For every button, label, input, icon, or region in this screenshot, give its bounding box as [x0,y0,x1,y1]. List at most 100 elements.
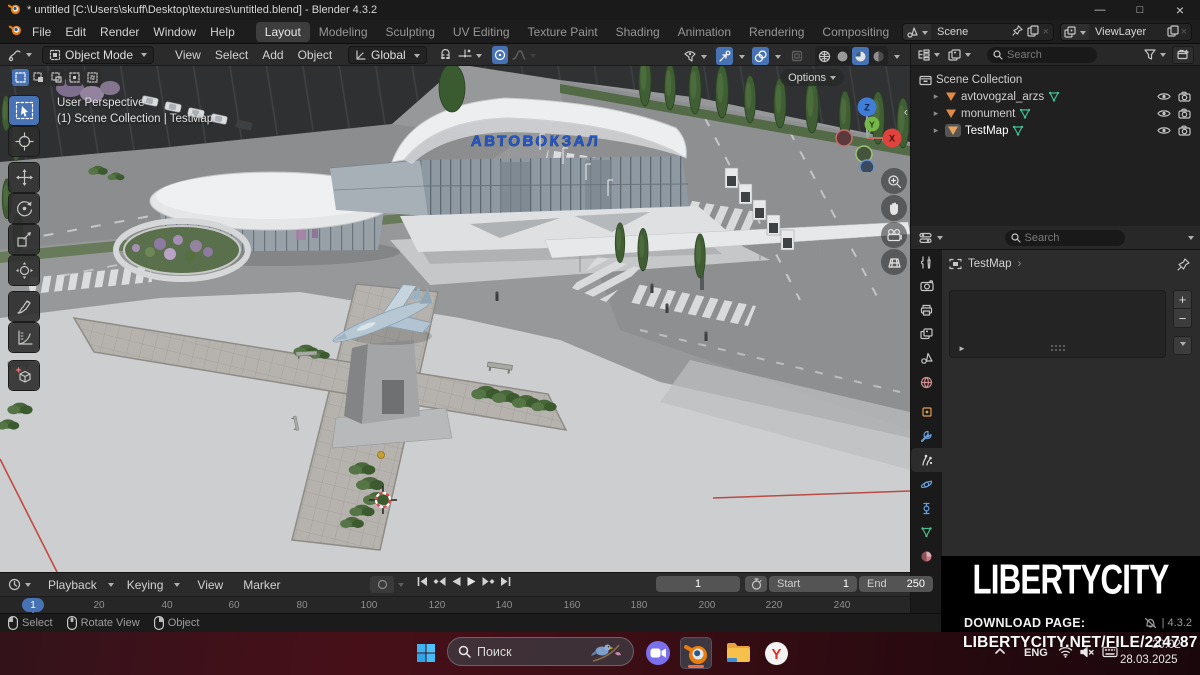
tool-scale[interactable] [9,225,39,254]
shading-wireframe-icon[interactable] [816,47,833,65]
outliner-row-avtovogzal[interactable]: ▸ avtovogzal_arzs [931,88,1200,105]
unlink-scene-icon[interactable]: × [1043,26,1049,38]
menu-view[interactable]: View [168,46,208,64]
workspace-tab-animation[interactable]: Animation [669,22,740,42]
tool-transform[interactable] [9,256,39,285]
object-type-visibility-icon[interactable] [681,47,709,65]
minimize-button[interactable]: — [1080,0,1120,20]
menu-playback[interactable]: Playback [41,576,104,594]
select-mode-invert-icon[interactable] [66,69,83,86]
jump-to-end-icon[interactable] [499,576,512,587]
workspace-tab-shading[interactable]: Shading [607,22,669,42]
filter-icon[interactable] [1142,46,1168,64]
resize-grip-icon[interactable] [1050,344,1066,352]
select-mode-intersect-icon[interactable] [84,69,101,86]
expand-icon[interactable]: ▸ [931,125,941,136]
disable-render-camera-icon[interactable] [1178,125,1191,136]
snap-magnet-icon[interactable] [437,46,454,64]
outliner-search-input[interactable] [1007,49,1091,61]
file-explorer-icon[interactable] [722,637,754,669]
snap-target-icon[interactable] [456,46,484,64]
ortho-perspective-icon[interactable] [881,249,907,275]
specials-menu-button[interactable] [1173,336,1192,355]
close-button[interactable]: × [1160,0,1200,20]
prev-keyframe-icon[interactable] [433,576,447,587]
menu-object[interactable]: Object [291,46,340,64]
tab-constraints-icon[interactable] [911,496,942,520]
select-mode-extend-icon[interactable] [30,69,47,86]
remove-particle-button[interactable]: − [1173,309,1192,328]
tool-add-cube[interactable] [9,361,39,390]
tool-cursor[interactable] [9,127,39,156]
menu-render[interactable]: Render [93,23,146,41]
taskbar-search[interactable] [447,637,634,666]
pin-icon[interactable] [1012,25,1023,39]
shading-rendered-icon[interactable] [870,47,887,65]
expand-icon[interactable]: ▸ [931,108,941,119]
menu-keying[interactable]: Keying [120,576,171,594]
tab-object-icon[interactable] [911,400,942,424]
menu-window[interactable]: Window [146,23,203,41]
disable-render-camera-icon[interactable] [1178,91,1191,102]
start-frame-field[interactable]: Start 1 [769,576,857,592]
hide-eye-icon[interactable] [1157,108,1171,119]
outliner-search[interactable] [987,47,1097,63]
gizmo-axis-z-neg[interactable] [860,160,874,172]
workspace-tab-layout[interactable]: Layout [256,22,310,42]
use-preview-range-icon[interactable] [745,576,767,592]
expand-icon[interactable]: ▸ [931,91,941,102]
tab-view-layer-icon[interactable] [911,322,942,346]
menu-marker[interactable]: Marker [236,576,287,594]
scene-selector[interactable]: Scene × [902,23,1054,41]
sidebar-toggle-arrow[interactable]: ‹ [904,104,908,119]
menu-add[interactable]: Add [255,46,290,64]
play-reverse-icon[interactable] [451,576,462,587]
timeline-ruler[interactable]: 20 40 60 80 100 120 140 160 180 200 220 … [0,596,910,614]
tab-render-icon[interactable] [911,274,942,298]
properties-search[interactable] [1005,230,1125,246]
workspace-tab-compositing[interactable]: Compositing [813,22,898,42]
workspace-tab-uv-editing[interactable]: UV Editing [444,22,519,42]
start-button[interactable] [410,637,442,669]
transform-orientation[interactable]: Global [348,46,427,64]
yandex-browser-icon[interactable]: Y [760,637,792,669]
video-chat-app-icon[interactable] [642,637,674,669]
proportional-editing-icon[interactable] [492,46,508,64]
proportional-falloff-icon[interactable] [510,46,538,64]
select-mode-set-icon[interactable] [12,69,29,86]
editor-type-outliner-icon[interactable] [915,46,942,64]
end-frame-field[interactable]: End 250 [859,576,933,592]
tab-material-icon[interactable] [911,544,942,568]
workspace-tab-texture-paint[interactable]: Texture Paint [519,22,607,42]
tool-select-box[interactable] [9,96,39,125]
auto-keying-button[interactable] [370,576,394,593]
shading-solid-icon[interactable] [834,47,851,65]
properties-options-chevron[interactable] [1188,236,1194,243]
navigation-gizmo[interactable]: Z Y X [834,94,906,172]
playhead[interactable]: 1 [22,598,44,612]
properties-search-input[interactable] [1025,232,1109,244]
editor-type-timeline-icon[interactable] [6,576,33,594]
tab-particles-icon[interactable] [911,448,942,472]
scene-icon[interactable] [903,24,931,40]
tool-annotate[interactable] [9,292,39,321]
particle-system-list[interactable]: ► [949,290,1166,358]
breadcrumb-object[interactable]: TestMap [968,258,1011,270]
blender-menu-icon[interactable] [8,23,23,41]
shading-material-icon[interactable] [852,47,869,65]
new-collection-icon[interactable] [1172,46,1194,64]
current-frame-field[interactable]: 1 [656,576,740,592]
list-filter-expand[interactable]: ► [958,344,966,353]
display-mode-icon[interactable] [946,46,973,64]
hide-eye-icon[interactable] [1157,125,1171,136]
tray-clock-date[interactable]: 28.03.2025 [1120,654,1178,666]
gizmo-axis-x-neg[interactable] [836,130,852,146]
taskbar-search-input[interactable] [477,645,567,659]
outliner-row-scene-collection[interactable]: Scene Collection [919,71,1200,88]
menu-help[interactable]: Help [203,23,242,41]
workspace-tab-modeling[interactable]: Modeling [310,22,377,42]
gizmo-axis-y-neg[interactable] [856,146,872,162]
outliner-row-monument[interactable]: ▸ monument [931,105,1200,122]
tool-measure[interactable] [9,323,39,352]
menu-file[interactable]: File [25,23,58,41]
